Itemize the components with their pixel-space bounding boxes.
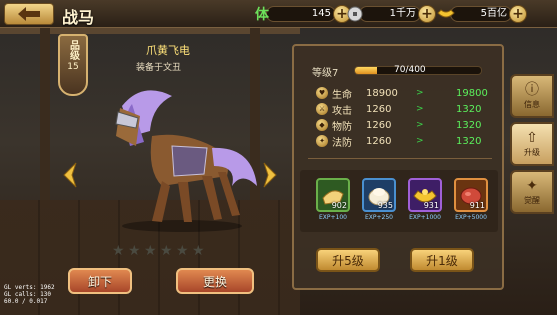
next-horse-arrow-icon[interactable] xyxy=(262,162,278,188)
stat-next: 1320 xyxy=(456,135,482,147)
star-icon: ★ xyxy=(192,243,205,259)
upgrade-1-level-button[interactable]: 升1级 xyxy=(410,248,474,272)
level-label: 等级7 xyxy=(312,68,339,79)
debug-line: 60.0 / 0.017 xyxy=(4,298,48,305)
awaken-icon: ✦ xyxy=(526,178,538,194)
grade-label: 品级 xyxy=(67,40,79,60)
star-icon: ★ xyxy=(176,243,189,259)
item-exp-label: EXP+250 xyxy=(365,214,393,221)
stat-arrow-icon: > xyxy=(416,136,424,146)
debug-stats: GL verts: 1962 GL calls: 130 60.0 / 0.01… xyxy=(4,284,55,305)
stat-row-phys-def: ◆ 物防 1260 > 1320 xyxy=(316,118,482,133)
stat-row-hp: ♥ 生命 18900 > 19800 xyxy=(316,86,488,101)
item-exp-label: EXP+5000 xyxy=(455,214,487,221)
gold-resource: 5百亿 + xyxy=(436,4,527,24)
coin-icon xyxy=(345,5,365,23)
magic-icon: ✦ xyxy=(316,135,328,147)
item-count: 911 xyxy=(469,201,485,210)
grade-value: 15 xyxy=(67,62,79,72)
previous-horse-arrow-icon[interactable] xyxy=(62,162,78,188)
feed-item-bun[interactable]: 935 xyxy=(362,178,396,212)
stamina-value: 145 xyxy=(266,6,336,22)
item-count: 935 xyxy=(377,201,393,210)
feed-item-gold[interactable]: 931 xyxy=(408,178,442,212)
item-exp-label: EXP+1000 xyxy=(409,214,441,221)
upgrade-icon: ⇧ xyxy=(526,130,538,146)
back-button[interactable] xyxy=(4,3,54,25)
stat-current: 1260 xyxy=(366,119,392,131)
unequip-button[interactable]: 卸下 xyxy=(68,268,132,294)
coin-resource: 1千万 + xyxy=(345,4,436,24)
equipped-by-label: 装备于文丑 xyxy=(136,63,182,73)
xp-bar-fill xyxy=(355,67,378,74)
back-arrow-icon xyxy=(18,7,40,21)
gold-ingot-icon xyxy=(436,5,456,23)
stat-name: 生命 xyxy=(332,89,352,101)
stat-arrow-icon: > xyxy=(416,120,424,130)
add-gold-button[interactable]: + xyxy=(509,5,527,23)
top-bar: 战马 体 145 + 1千万 + 5百亿 + xyxy=(0,0,557,28)
stat-row-attack: ⚔ 攻击 1260 > 1320 xyxy=(316,102,482,117)
feed-item-bread[interactable]: 902 xyxy=(316,178,350,212)
debug-line: GL verts: 1962 xyxy=(4,284,55,291)
tab-label: 信息 xyxy=(524,100,540,109)
star-icon: ★ xyxy=(160,243,173,259)
divider xyxy=(308,158,492,159)
wooden-post xyxy=(40,28,50,208)
gold-value: 5百亿 xyxy=(450,6,512,22)
feed-item-meat[interactable]: 911 xyxy=(454,178,488,212)
stat-current: 1260 xyxy=(366,135,392,147)
add-coins-button[interactable]: + xyxy=(418,5,436,23)
tab-label: 升级 xyxy=(524,148,540,157)
upgrade-5-levels-button[interactable]: 升5级 xyxy=(316,248,380,272)
grade-badge: 品级 15 xyxy=(58,34,88,96)
star-icon: ★ xyxy=(128,243,141,259)
star-rating: ★ ★ ★ ★ ★ ★ xyxy=(112,244,206,258)
horse-name: 爪黄飞电 xyxy=(146,44,190,57)
star-icon: ★ xyxy=(144,243,157,259)
stat-name: 攻击 xyxy=(332,105,352,117)
tab-label: 觉醒 xyxy=(524,196,540,205)
item-count: 902 xyxy=(331,201,347,210)
stamina-icon: 体 xyxy=(255,7,269,23)
star-icon: ★ xyxy=(112,243,125,259)
shield-icon: ◆ xyxy=(316,119,328,131)
item-count: 931 xyxy=(423,201,439,210)
page-title: 战马 xyxy=(62,8,95,27)
stat-current: 1260 xyxy=(366,103,392,115)
stat-next: 1320 xyxy=(456,103,482,115)
tab-info[interactable]: ⓘ 信息 xyxy=(510,74,554,118)
stat-next: 19800 xyxy=(456,87,488,99)
sword-icon: ⚔ xyxy=(316,103,328,115)
stat-next: 1320 xyxy=(456,119,482,131)
stat-arrow-icon: > xyxy=(416,88,424,98)
xp-text: 70/400 xyxy=(394,65,426,75)
stat-name: 物防 xyxy=(332,121,352,133)
debug-line: GL calls: 130 xyxy=(4,291,51,298)
war-horse-image xyxy=(115,90,257,232)
tab-upgrade[interactable]: ⇧ 升级 xyxy=(510,122,554,166)
stat-row-mag-def: ✦ 法防 1260 > 1320 xyxy=(316,134,482,149)
info-icon: ⓘ xyxy=(525,82,539,98)
item-exp-label: EXP+100 xyxy=(319,214,347,221)
stamina-resource: 体 145 + xyxy=(252,4,351,24)
stat-current: 18900 xyxy=(366,87,398,99)
stat-arrow-icon: > xyxy=(416,104,424,114)
coin-value: 1千万 xyxy=(359,6,421,22)
stat-name: 法防 xyxy=(332,137,352,149)
tab-awaken[interactable]: ✦ 觉醒 xyxy=(510,170,554,214)
upgrade-panel: 等级7 70/400 ♥ 生命 18900 > 19800 ⚔ 攻击 1260 … xyxy=(292,44,504,290)
replace-button[interactable]: 更换 xyxy=(176,268,254,294)
heart-icon: ♥ xyxy=(316,87,328,99)
